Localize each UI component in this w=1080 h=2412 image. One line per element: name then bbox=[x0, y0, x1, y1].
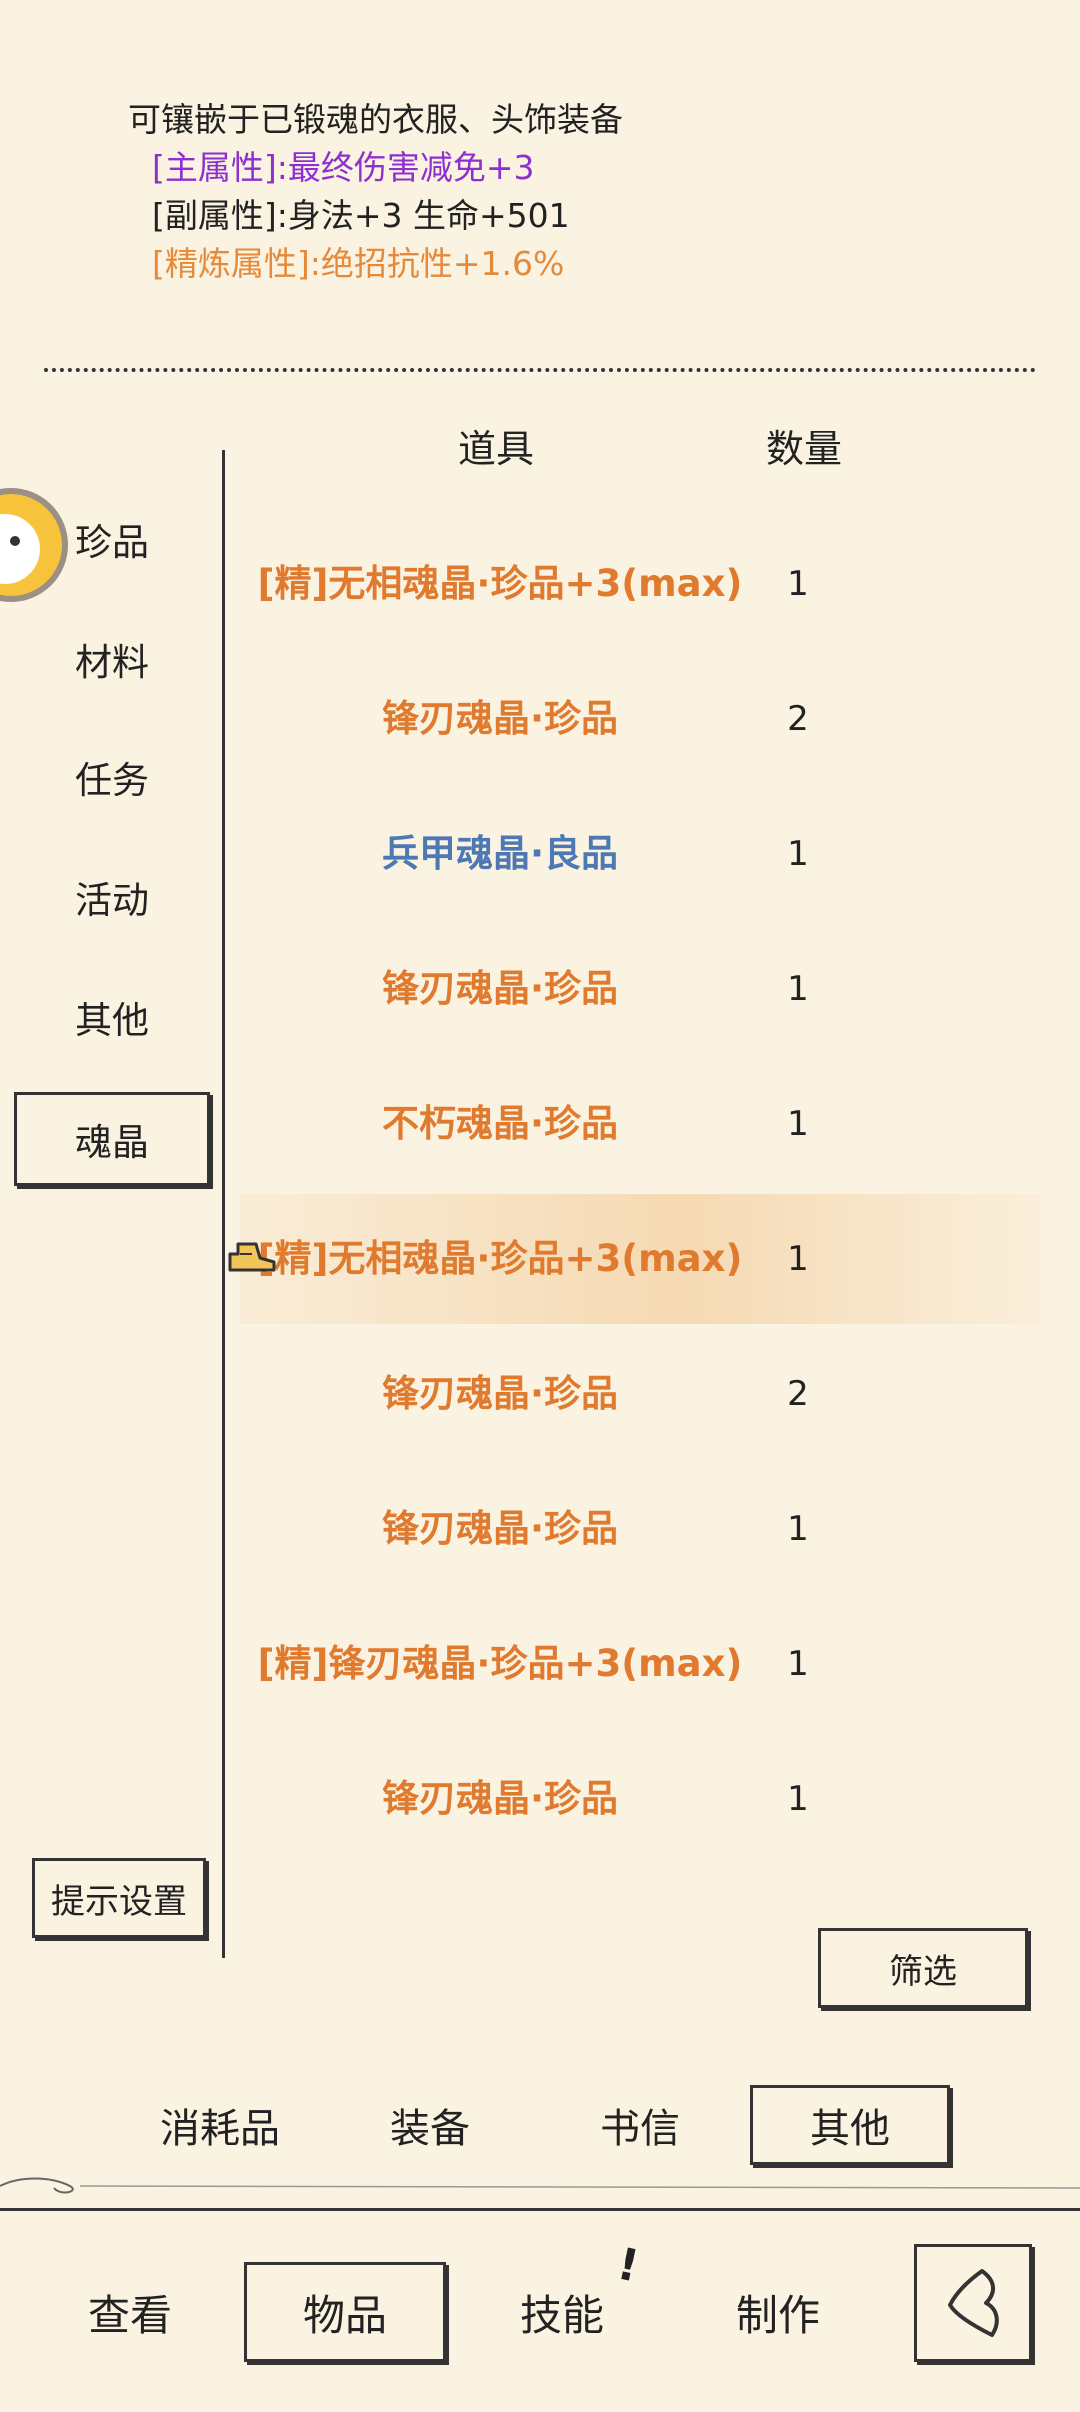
item-quantity: 2 bbox=[787, 1374, 809, 1414]
header-item: 道具 bbox=[458, 427, 535, 471]
tab-consumables[interactable]: 消耗品 bbox=[140, 2085, 300, 2165]
item-name: [精]无相魂晶·珍品+3(max) bbox=[257, 562, 743, 605]
description-line: 可镶嵌于已锻魂的衣服、头饰装备 bbox=[128, 100, 623, 139]
column-divider bbox=[222, 450, 225, 1958]
item-name: [精]无相魂晶·珍品+3(max) bbox=[257, 1237, 743, 1280]
item-name: [精]锋刃魂晶·珍品+3(max) bbox=[257, 1642, 743, 1685]
table-row[interactable]: [精]锋刃魂晶·珍品+3(max) 1 bbox=[240, 1599, 1040, 1729]
table-row-selected[interactable]: [精]无相魂晶·珍品+3(max) 1 bbox=[240, 1194, 1040, 1324]
sub-attribute: [副属性]:身法+3 生命+501 bbox=[152, 196, 570, 235]
filter-button[interactable]: 筛选 bbox=[818, 1928, 1028, 2008]
category-other[interactable]: 其他 bbox=[14, 970, 210, 1064]
back-button[interactable] bbox=[914, 2244, 1032, 2362]
tab-other[interactable]: 其他 bbox=[750, 2085, 950, 2165]
item-name: 兵甲魂晶·良品 bbox=[381, 832, 619, 875]
table-row[interactable]: 锋刃魂晶·珍品 1 bbox=[240, 924, 1040, 1054]
item-name: 锋刃魂晶·珍品 bbox=[381, 1507, 619, 1550]
item-quantity: 1 bbox=[787, 834, 809, 874]
nav-skills[interactable]: 技能 bbox=[502, 2262, 622, 2362]
item-quantity: 1 bbox=[787, 1644, 809, 1684]
nav-divider bbox=[0, 2208, 1080, 2211]
tab-equipment[interactable]: 装备 bbox=[370, 2085, 490, 2165]
category-event[interactable]: 活动 bbox=[14, 850, 210, 944]
table-row[interactable]: 不朽魂晶·珍品 1 bbox=[240, 1059, 1040, 1189]
decorative-swirl bbox=[0, 2177, 1080, 2194]
nav-items[interactable]: 物品 bbox=[244, 2262, 446, 2362]
refine-attribute: [精炼属性]:绝招抗性+1.6% bbox=[152, 244, 565, 283]
table-row[interactable]: 锋刃魂晶·珍品 2 bbox=[240, 654, 1040, 784]
item-description: 可镶嵌于已锻魂的衣服、头饰装备 [主属性]:最终伤害减免+3 [副属性]:身法+… bbox=[128, 96, 623, 288]
nav-craft[interactable]: 制作 bbox=[718, 2262, 838, 2362]
item-name: 锋刃魂晶·珍品 bbox=[381, 1777, 619, 1820]
notification-badge: ! bbox=[612, 2238, 644, 2293]
category-materials[interactable]: 材料 bbox=[14, 612, 210, 706]
hint-settings-button[interactable]: 提示设置 bbox=[32, 1858, 206, 1938]
table-row[interactable]: [精]无相魂晶·珍品+3(max) 1 bbox=[240, 519, 1040, 649]
item-quantity: 1 bbox=[787, 969, 809, 1009]
item-quantity: 2 bbox=[787, 699, 809, 739]
item-name: 锋刃魂晶·珍品 bbox=[381, 1372, 619, 1415]
shoe-icon bbox=[228, 1242, 276, 1272]
table-row[interactable]: 兵甲魂晶·良品 1 bbox=[240, 789, 1040, 919]
item-name: 锋刃魂晶·珍品 bbox=[381, 697, 619, 740]
back-icon bbox=[948, 2269, 999, 2337]
tab-letters[interactable]: 书信 bbox=[580, 2085, 700, 2165]
category-quest[interactable]: 任务 bbox=[14, 730, 210, 824]
category-treasure[interactable]: 珍品 bbox=[14, 492, 210, 586]
header-quantity: 数量 bbox=[766, 427, 843, 471]
table-row[interactable]: 锋刃魂晶·珍品 1 bbox=[240, 1464, 1040, 1594]
divider-dotted bbox=[44, 368, 1036, 372]
nav-view[interactable]: 查看 bbox=[70, 2262, 190, 2362]
item-quantity: 1 bbox=[787, 1104, 809, 1144]
main-attribute: [主属性]:最终伤害减免+3 bbox=[152, 148, 535, 187]
item-quantity: 1 bbox=[787, 1239, 809, 1279]
item-name: 锋刃魂晶·珍品 bbox=[381, 967, 619, 1010]
item-quantity: 1 bbox=[787, 564, 809, 604]
category-soul-crystal[interactable]: 魂晶 bbox=[14, 1092, 210, 1186]
table-row[interactable]: 锋刃魂晶·珍品 1 bbox=[240, 1734, 1040, 1864]
item-quantity: 1 bbox=[787, 1779, 809, 1819]
item-name: 不朽魂晶·珍品 bbox=[381, 1102, 619, 1145]
table-row[interactable]: 锋刃魂晶·珍品 2 bbox=[240, 1329, 1040, 1459]
item-quantity: 1 bbox=[787, 1509, 809, 1549]
